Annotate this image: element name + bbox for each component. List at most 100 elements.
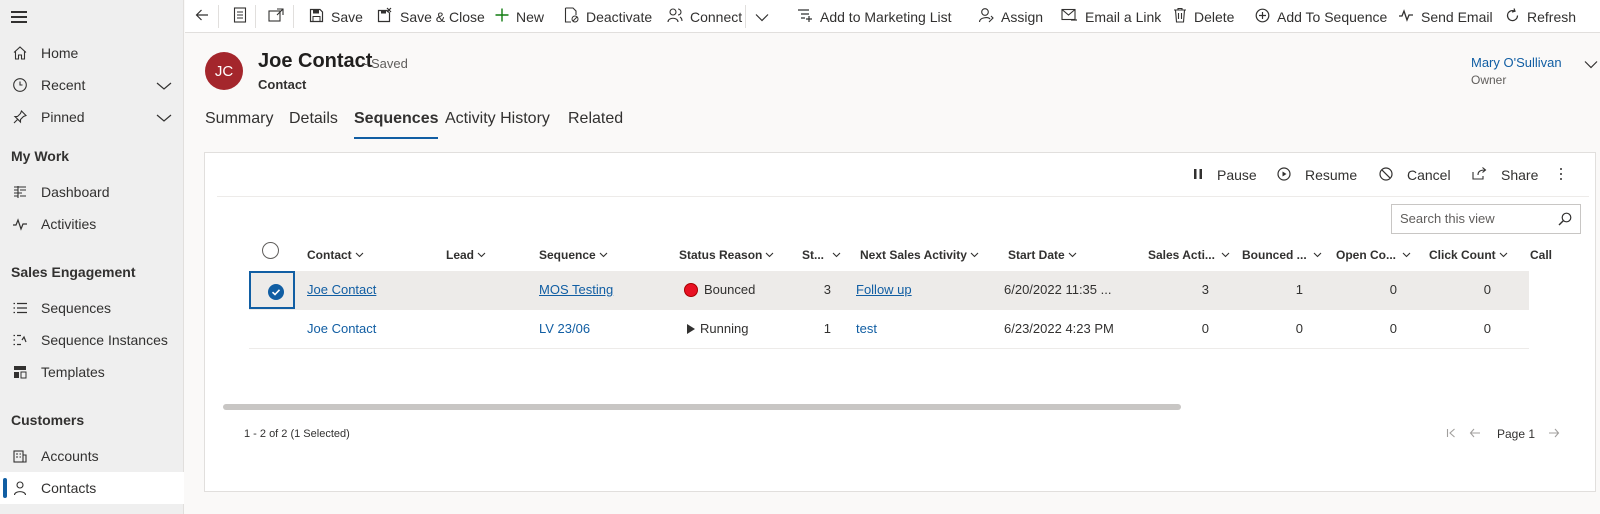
share-icon: [1472, 167, 1501, 183]
more-commands-button[interactable]: [1559, 165, 1577, 185]
sidebar-item-label: Accounts: [41, 448, 99, 464]
column-header-sales-activities[interactable]: Sales Acti...: [1148, 248, 1230, 262]
email-link-button[interactable]: Email a Link: [1061, 0, 1161, 33]
save-label: Save: [331, 8, 363, 25]
record-title: Joe Contact: [258, 50, 373, 72]
sidebar-item-contacts[interactable]: Contacts: [0, 472, 184, 504]
sidebar-item-sequences[interactable]: Sequences: [0, 292, 184, 324]
sequence-link[interactable]: MOS Testing: [539, 282, 613, 297]
connect-dropdown-button[interactable]: [755, 0, 776, 33]
column-header-label: Open Co...: [1336, 248, 1396, 262]
building-icon: [11, 447, 29, 465]
column-header-label: St...: [802, 248, 825, 262]
row-select-focus[interactable]: [249, 271, 295, 309]
column-header-call[interactable]: Call: [1530, 248, 1552, 262]
status-reason-cell: Running: [687, 321, 748, 336]
sidebar-item-label: Contacts: [41, 480, 97, 496]
column-header-click-count[interactable]: Click Count: [1429, 248, 1508, 262]
contact-link[interactable]: Joe Contact: [307, 282, 376, 297]
document-icon: [233, 7, 254, 26]
tab-activity-history[interactable]: Activity History: [445, 110, 550, 128]
next-activity-link[interactable]: Follow up: [856, 282, 912, 297]
chevron-down-icon[interactable]: [156, 78, 172, 94]
search-input[interactable]: Search this view: [1391, 204, 1581, 234]
open-in-new-window-icon: [268, 8, 291, 25]
previous-page-icon[interactable]: [1469, 427, 1481, 441]
table-row[interactable]: Joe Contact LV 23/06 Running 1 test 6/23…: [249, 310, 1529, 349]
refresh-icon: [1505, 7, 1527, 26]
sidebar-item-home[interactable]: Home: [0, 37, 184, 69]
more-vertical-icon: [1559, 167, 1577, 184]
delete-button[interactable]: Delete: [1173, 0, 1234, 33]
column-header-start-date[interactable]: Start Date: [1008, 248, 1077, 262]
sales-activities-cell: 0: [1201, 321, 1209, 336]
search-icon[interactable]: [1558, 212, 1572, 226]
chevron-down-icon[interactable]: [1584, 57, 1598, 72]
owner-label: Owner: [1471, 73, 1507, 87]
send-email-button[interactable]: Send Email: [1398, 0, 1493, 33]
next-page-icon[interactable]: [1548, 427, 1560, 441]
select-all-checkbox[interactable]: [262, 242, 279, 259]
contact-link[interactable]: Joe Contact: [307, 321, 376, 336]
sidebar-item-pinned[interactable]: Pinned: [0, 101, 184, 133]
plus-icon: [495, 8, 516, 25]
column-header-contact[interactable]: Contact: [307, 248, 364, 262]
tab-sequences[interactable]: Sequences: [354, 110, 439, 139]
checkmark-circle-icon[interactable]: [268, 284, 284, 300]
share-button[interactable]: Share: [1472, 165, 1538, 185]
assign-button[interactable]: Assign: [978, 0, 1043, 33]
column-header-status-reason[interactable]: Status Reason: [679, 248, 774, 262]
first-page-icon[interactable]: [1446, 427, 1456, 441]
connect-label: Connect: [690, 8, 743, 25]
new-button[interactable]: New: [495, 0, 544, 33]
sidebar-item-sequence-instances[interactable]: Sequence Instances: [0, 324, 184, 356]
column-header-label: Call: [1530, 248, 1553, 262]
column-header-step[interactable]: St...: [802, 248, 841, 262]
record-set-button[interactable]: [233, 0, 254, 33]
save-button[interactable]: Save: [309, 0, 363, 33]
sidebar-item-templates[interactable]: Templates: [0, 356, 184, 388]
hamburger-menu-icon[interactable]: [11, 11, 27, 25]
cancel-circle-icon: [1379, 166, 1407, 184]
tab-related[interactable]: Related: [568, 110, 623, 128]
open-new-window-button[interactable]: [268, 0, 291, 33]
column-header-label: Status Reason: [679, 248, 763, 262]
column-header-next-sales-activity[interactable]: Next Sales Activity: [860, 248, 979, 262]
column-header-open-count[interactable]: Open Co...: [1336, 248, 1411, 262]
owner-link[interactable]: Mary O'Sullivan: [1471, 55, 1562, 70]
tab-summary[interactable]: Summary: [205, 110, 273, 128]
sequence-link[interactable]: LV 23/06: [539, 321, 590, 336]
divider: [293, 5, 294, 28]
chevron-down-icon[interactable]: [156, 110, 172, 126]
chevron-down-icon: [355, 252, 364, 258]
table-row[interactable]: Joe Contact MOS Testing Bounced 3 Follow…: [249, 271, 1529, 310]
deactivate-button[interactable]: Deactivate: [564, 0, 652, 33]
save-close-button[interactable]: Save & Close: [377, 0, 485, 33]
back-button[interactable]: [195, 0, 216, 33]
sidebar-item-activities[interactable]: Activities: [0, 208, 184, 240]
bounced-count-cell: 1: [1295, 282, 1303, 297]
column-header-sequence[interactable]: Sequence: [539, 248, 608, 262]
tab-details[interactable]: Details: [289, 110, 338, 128]
click-count-cell: 0: [1483, 321, 1491, 336]
save-status: - Saved: [363, 56, 408, 71]
connect-button[interactable]: Connect: [667, 0, 742, 33]
sidebar-item-recent[interactable]: Recent: [0, 69, 184, 101]
add-to-marketing-list-button[interactable]: Add to Marketing List: [797, 0, 952, 33]
cancel-button[interactable]: Cancel: [1379, 165, 1451, 185]
sidebar-item-label: Activities: [41, 216, 97, 232]
refresh-button[interactable]: Refresh: [1505, 0, 1576, 33]
column-header-label: Sequence: [539, 248, 596, 262]
column-header-bounced[interactable]: Bounced ...: [1242, 248, 1322, 262]
sidebar-item-dashboard[interactable]: Dashboard: [0, 176, 184, 208]
sidebar-item-accounts[interactable]: Accounts: [0, 440, 184, 472]
pause-button[interactable]: Pause: [1193, 165, 1257, 185]
next-activity-link[interactable]: test: [856, 321, 877, 336]
click-count-cell: 0: [1483, 282, 1491, 297]
delete-label: Delete: [1194, 8, 1235, 25]
add-circle-icon: [1255, 8, 1277, 26]
add-to-sequence-button[interactable]: Add To Sequence: [1255, 0, 1387, 33]
horizontal-scrollbar[interactable]: [223, 404, 1181, 410]
column-header-lead[interactable]: Lead: [446, 248, 486, 262]
resume-button[interactable]: Resume: [1277, 165, 1357, 185]
